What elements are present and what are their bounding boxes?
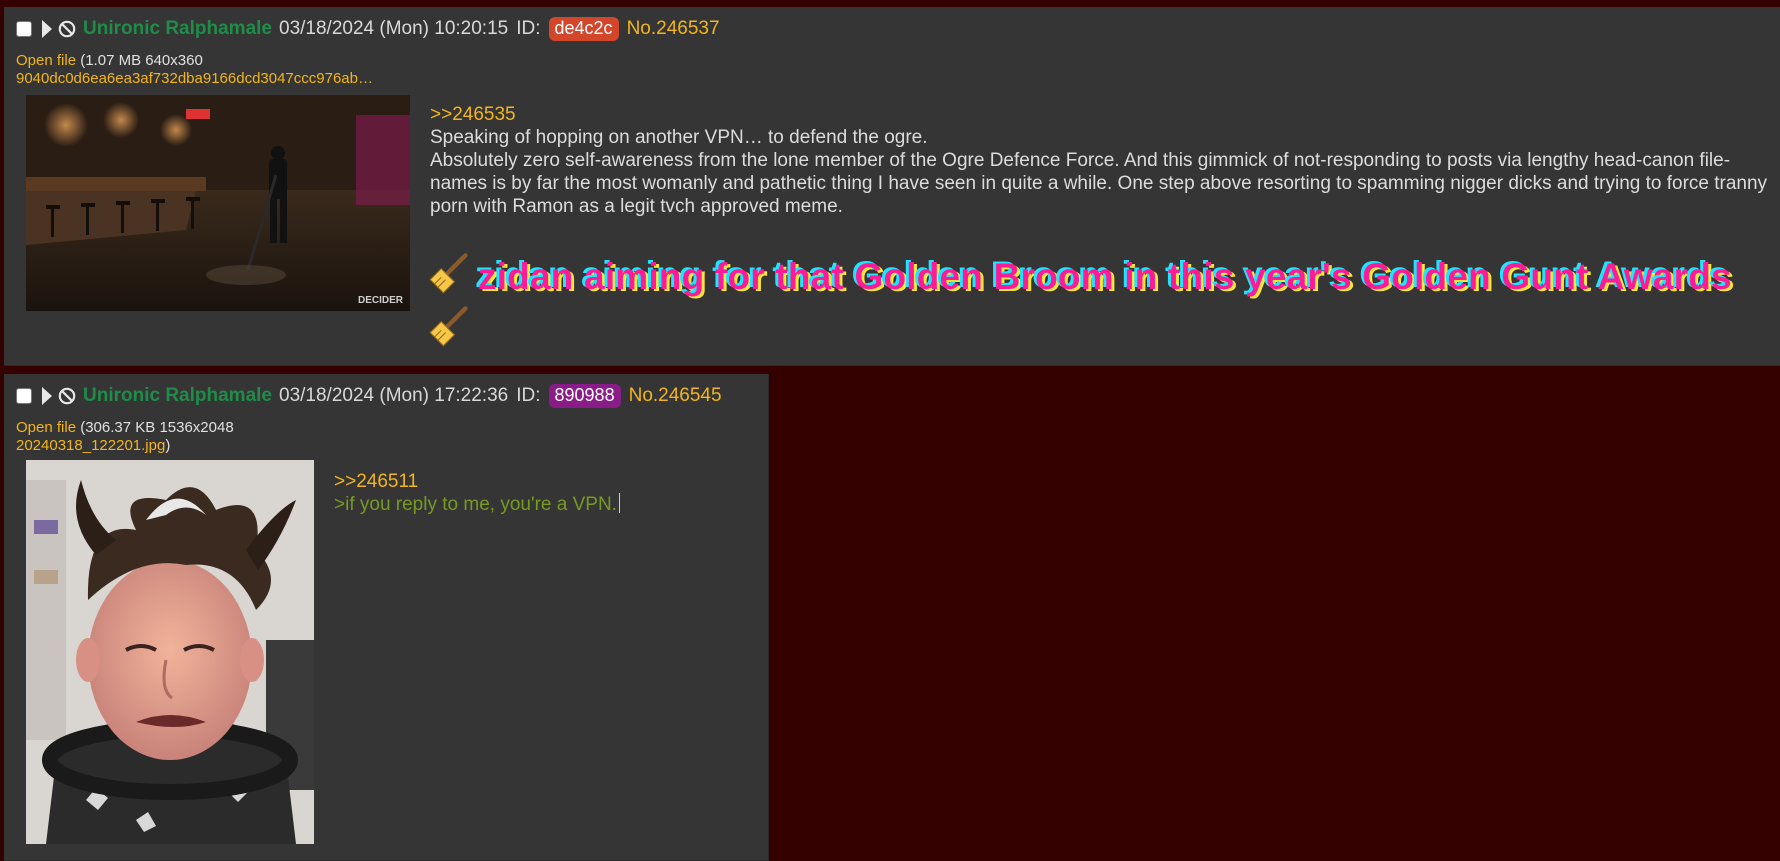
poster-name: Unironic Ralphamale	[83, 18, 272, 39]
id-label: ID:	[516, 385, 541, 406]
post-message: >>246535 Speaking of hopping on another …	[430, 103, 1770, 218]
message-line: Absolutely zero self-awareness from the …	[430, 150, 1768, 217]
post-header: Unironic Ralphamale 03/18/2024 (Mon) 17:…	[16, 384, 722, 408]
file-name-link[interactable]: 20240318_122201.jpg	[16, 437, 165, 454]
poster-id-badge[interactable]: de4c2c	[548, 17, 619, 41]
rainbow-text-content: zidan aiming for that Golden Broom in th…	[478, 256, 1732, 297]
greentext-content: >if you reply to me, you're a VPN.	[334, 494, 617, 515]
post-datetime: 03/18/2024 (Mon) 10:20:15	[279, 18, 509, 39]
post: Unironic Ralphamale 03/18/2024 (Mon) 10:…	[4, 7, 1780, 366]
post-datetime: 03/18/2024 (Mon) 17:22:36	[279, 385, 509, 406]
post-image-thumbnail[interactable]	[26, 460, 314, 844]
file-info: Open file (1.07 MB 640x360 9040dc0d6ea6e…	[16, 52, 373, 88]
post-image-thumbnail[interactable]: DECIDER	[26, 95, 410, 311]
expand-menu-icon[interactable]	[42, 387, 52, 405]
file-meta: (306.37 KB 1536x2048	[80, 419, 234, 436]
file-meta: (1.07 MB 640x360	[80, 52, 203, 69]
quote-link[interactable]: >>246511	[334, 470, 620, 493]
quote-link[interactable]: >>246535	[430, 103, 1770, 126]
message-line: Speaking of hopping on another VPN… to d…	[430, 127, 928, 148]
text-cursor	[618, 493, 620, 513]
post-select-checkbox[interactable]	[16, 388, 32, 404]
greentext-line: >if you reply to me, you're a VPN.	[334, 493, 620, 516]
post-select-checkbox[interactable]	[16, 21, 32, 37]
post-number-link[interactable]: No.246537	[627, 18, 720, 40]
open-file-link[interactable]: Open file	[16, 52, 76, 69]
poster-id-badge[interactable]: 890988	[548, 384, 621, 408]
thumb-watermark: DECIDER	[358, 295, 404, 306]
post-message: >>246511 >if you reply to me, you're a V…	[334, 470, 620, 516]
broom-icon	[429, 253, 468, 294]
id-label: ID:	[516, 18, 541, 39]
file-info: Open file (306.37 KB 1536x2048 20240318_…	[16, 419, 234, 455]
post: Unironic Ralphamale 03/18/2024 (Mon) 17:…	[4, 374, 769, 861]
hide-post-icon[interactable]	[58, 387, 76, 405]
expand-menu-icon[interactable]	[42, 20, 52, 38]
post-header: Unironic Ralphamale 03/18/2024 (Mon) 10:…	[16, 17, 720, 41]
file-name-link[interactable]: 9040dc0d6ea6ea3af732dba9166dcd3047ccc976…	[16, 70, 373, 87]
post-number-link[interactable]: No.246545	[629, 385, 722, 407]
poster-name: Unironic Ralphamale	[83, 385, 272, 406]
open-file-link[interactable]: Open file	[16, 419, 76, 436]
hide-post-icon[interactable]	[58, 20, 76, 38]
file-meta-close: )	[165, 437, 171, 454]
broom-icon	[429, 306, 468, 347]
rainbow-text: zidan aiming for that Golden Broom in th…	[422, 250, 1742, 356]
